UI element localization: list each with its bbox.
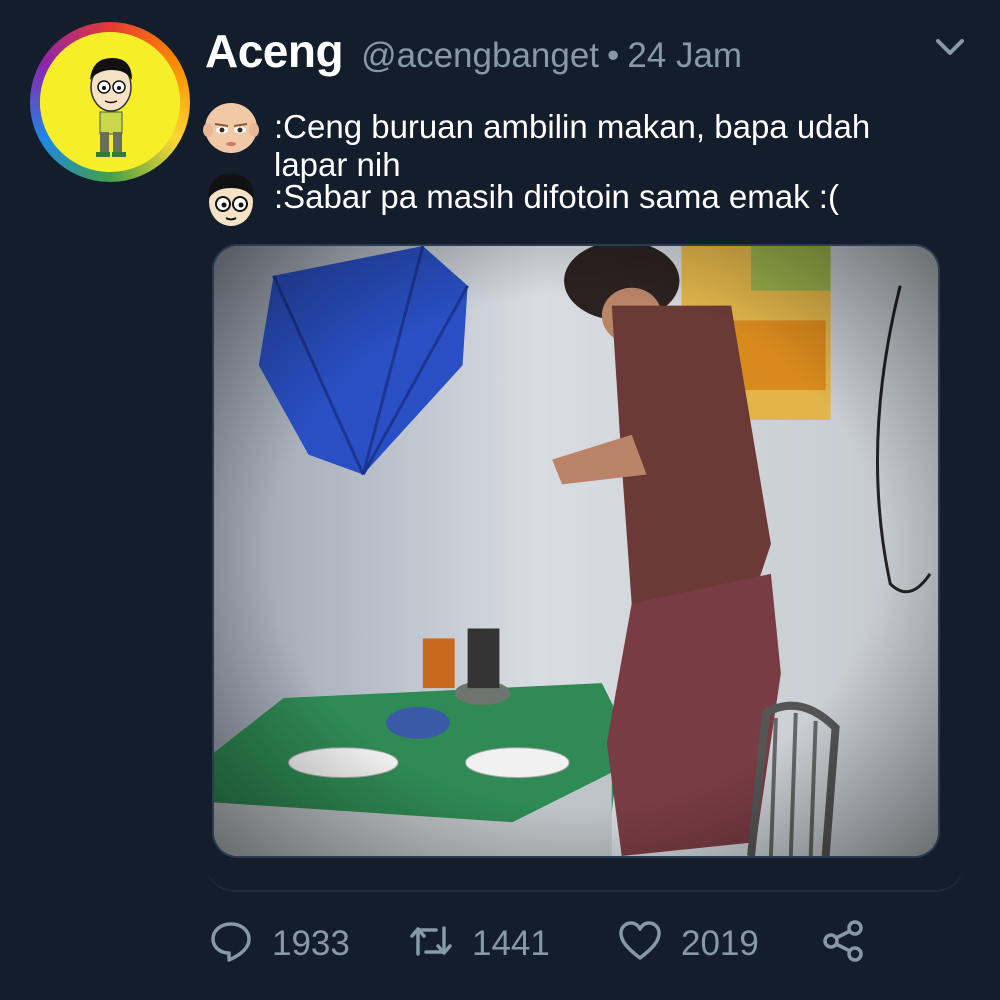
tweet-header: Aceng @acengbanget • 24 Jam [205,24,742,78]
reply-count: 1933 [272,923,350,963]
display-name[interactable]: Aceng [205,24,344,78]
dialog-line-2: :Sabar pa masih difotoin sama emak :( [200,168,934,230]
reply-button[interactable]: 1933 [208,918,350,969]
profile-avatar[interactable] [30,22,190,182]
tweet: Aceng @acengbanget • 24 Jam :Ceng buruan… [0,0,1000,1000]
separator-dot: • [607,36,620,75]
user-handle[interactable]: @acengbanget [361,36,599,76]
card-divider [205,860,965,892]
avatar-cartoon-image [40,32,180,172]
boss-baby-icon [200,96,262,158]
reply-icon [208,918,254,969]
retweet-button[interactable]: 1441 [408,918,550,969]
aceng-face-icon [200,168,262,230]
chevron-down-icon[interactable] [930,32,970,62]
heart-icon [617,918,663,969]
like-button[interactable]: 2019 [617,918,759,969]
retweet-icon [408,918,454,969]
share-button[interactable] [820,918,866,969]
tweet-time: 24 Jam [627,36,743,75]
retweet-count: 1441 [472,923,550,963]
tweet-photo[interactable] [212,244,940,858]
like-count: 2019 [681,923,759,963]
dialog-text-2: :Sabar pa masih difotoin sama emak :( [274,178,839,215]
share-icon [820,918,866,969]
